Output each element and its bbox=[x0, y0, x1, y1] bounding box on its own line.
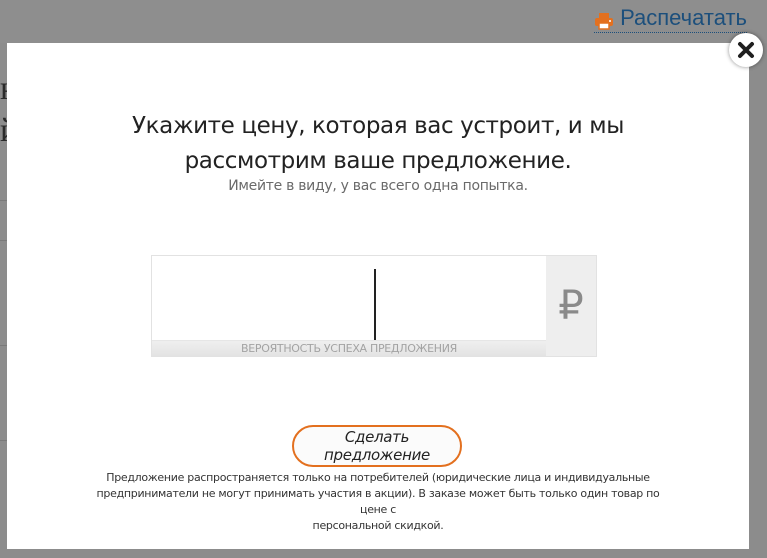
text-cursor bbox=[374, 269, 376, 340]
printer-icon bbox=[594, 9, 614, 30]
print-label: Распечатать bbox=[620, 5, 747, 30]
success-probability-label: ВЕРОЯТНОСТЬ УСПЕХА ПРЕДЛОЖЕНИЯ bbox=[240, 342, 457, 355]
ruble-icon: ₽ bbox=[546, 256, 596, 356]
disclaimer-text: Предложение распространяется только на п… bbox=[87, 470, 669, 534]
modal-title-line: рассмотрим ваше предложение. bbox=[184, 148, 572, 174]
modal-subtitle: Имейте в виду, у вас всего одна попытка. bbox=[228, 178, 528, 194]
success-probability-bar: ВЕРОЯТНОСТЬ УСПЕХА ПРЕДЛОЖЕНИЯ bbox=[152, 340, 546, 356]
modal-title-line: Укажите цену, которая вас устроит, и мы bbox=[132, 113, 624, 139]
price-input[interactable] bbox=[152, 256, 547, 340]
close-icon bbox=[738, 42, 754, 58]
modal-title: Укажите цену, которая вас устроит, и мы … bbox=[7, 109, 749, 179]
close-button[interactable] bbox=[729, 33, 763, 67]
price-offer-modal: Укажите цену, которая вас устроит, и мы … bbox=[7, 43, 749, 549]
print-link[interactable]: Распечатать bbox=[594, 4, 747, 33]
disclaimer-line: предприниматели не могут принимать участ… bbox=[96, 487, 660, 516]
price-input-group: ₽ ВЕРОЯТНОСТЬ УСПЕХА ПРЕДЛОЖЕНИЯ bbox=[151, 255, 597, 357]
disclaimer-line: Предложение распространяется только на п… bbox=[106, 471, 650, 484]
make-offer-button[interactable]: Сделать предложение bbox=[292, 425, 462, 467]
disclaimer-line: персональной скидкой. bbox=[312, 519, 444, 532]
